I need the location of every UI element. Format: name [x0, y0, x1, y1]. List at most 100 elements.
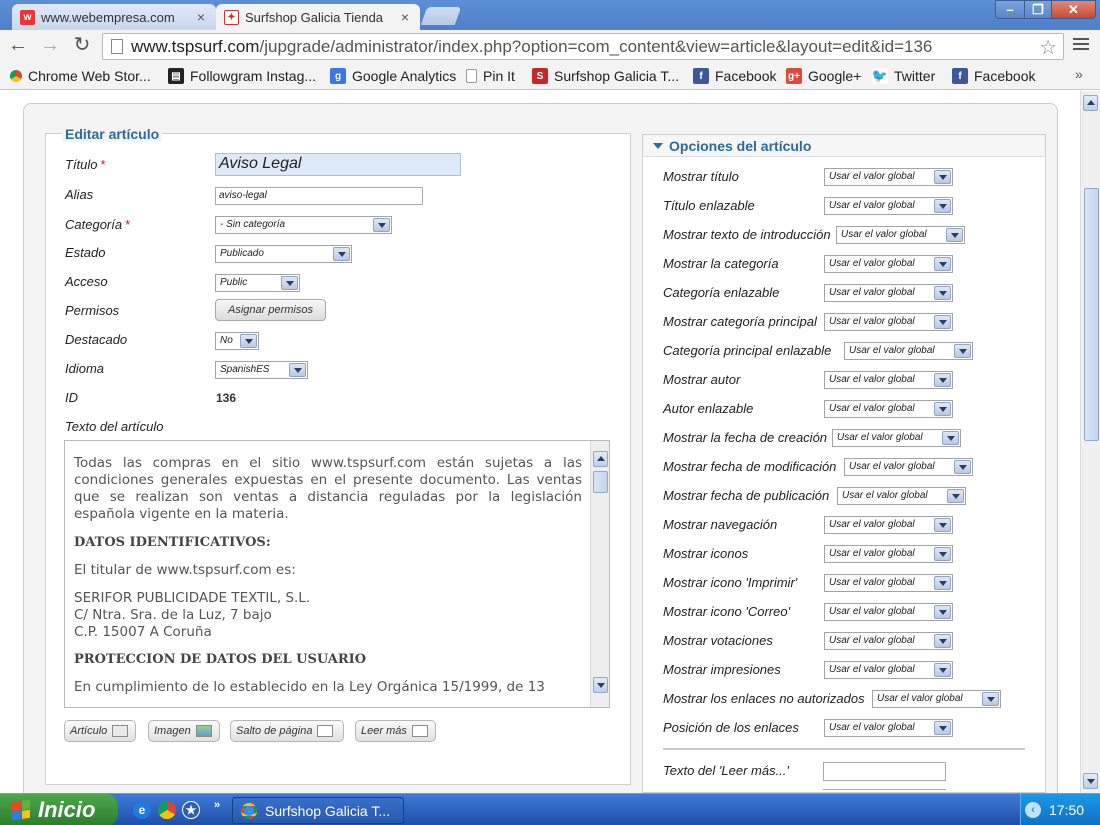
bookmark-star-icon[interactable]: ☆: [1039, 35, 1057, 60]
access-select[interactable]: Public: [215, 274, 300, 292]
option-select[interactable]: Usar el valor global: [844, 342, 973, 360]
minimize-button[interactable]: –: [995, 0, 1025, 19]
bookmark-item[interactable]: g Google Analytics: [330, 67, 456, 85]
tab-webempresa[interactable]: w www.webempresa.com ×: [12, 4, 216, 30]
option-select[interactable]: Usar el valor global: [837, 487, 966, 505]
option-select[interactable]: Usar el valor global: [824, 516, 953, 534]
status-select[interactable]: Publicado: [215, 245, 352, 263]
surfshop-icon: ✦: [224, 9, 239, 25]
option-select[interactable]: Usar el valor global: [824, 284, 953, 302]
page-scroll-thumb[interactable]: [1084, 188, 1099, 441]
close-icon[interactable]: ×: [398, 10, 412, 24]
option-select[interactable]: Usar el valor global: [824, 168, 953, 186]
new-tab-button[interactable]: [420, 7, 462, 25]
option-select[interactable]: Usar el valor global: [824, 632, 953, 650]
status-label: Estado: [65, 245, 106, 260]
start-button[interactable]: Inicio: [0, 794, 118, 825]
address-bar[interactable]: www.tspsurf.com/jupgrade/administrator/i…: [102, 33, 1064, 60]
chevron-down-icon: [934, 170, 951, 184]
option-select[interactable]: Usar el valor global: [824, 719, 953, 737]
bookmark-item[interactable]: Pin It: [466, 67, 515, 85]
title-input[interactable]: Aviso Legal: [215, 153, 461, 176]
featured-label: Destacado: [65, 332, 128, 347]
option-select[interactable]: Usar el valor global: [824, 371, 953, 389]
option-select[interactable]: Usar el valor global: [824, 603, 953, 621]
chevron-down-icon: [982, 692, 999, 706]
option-select[interactable]: Usar el valor global: [844, 458, 973, 476]
scroll-down-icon[interactable]: [593, 677, 608, 693]
scroll-up-icon[interactable]: [593, 451, 608, 467]
scroll-down-icon[interactable]: [1083, 773, 1098, 789]
page-icon: [111, 39, 123, 54]
option-select[interactable]: Usar el valor global: [824, 255, 953, 273]
id-label: ID: [65, 390, 78, 405]
chevron-down-icon: [934, 721, 951, 735]
option-label: Mostrar fecha de publicación: [663, 488, 830, 503]
bookmark-item[interactable]: f Facebook: [952, 67, 1035, 85]
chrome-icon[interactable]: [158, 801, 176, 819]
bookmark-item[interactable]: f Facebook: [693, 67, 776, 85]
language-select[interactable]: SpanishES: [215, 361, 308, 379]
option-select[interactable]: Usar el valor global: [824, 574, 953, 592]
id-value: 136: [216, 391, 237, 405]
facebook-icon: f: [693, 68, 709, 84]
option-label: Mostrar la categoría: [663, 256, 779, 271]
reload-icon[interactable]: ↻: [70, 34, 94, 58]
page-break-button[interactable]: Salto de página: [230, 720, 344, 742]
tray-expand-icon[interactable]: ‹: [1025, 802, 1041, 818]
image-button[interactable]: Imagen: [148, 720, 220, 742]
bookmark-star-icon[interactable]: ★: [182, 801, 200, 819]
options-divider: [663, 748, 1025, 750]
read-more-icon: [411, 725, 428, 737]
bookmark-item[interactable]: Chrome Web Stor...: [10, 67, 151, 85]
option-select[interactable]: Usar el valor global: [872, 690, 1001, 708]
assign-permissions-button[interactable]: Asignar permisos: [215, 299, 326, 321]
option-select[interactable]: Usar el valor global: [824, 197, 953, 215]
readmore-text-input[interactable]: [823, 762, 946, 781]
option-label: Mostrar votaciones: [663, 633, 773, 648]
bookmark-item[interactable]: ▤ Followgram Instag...: [168, 67, 316, 85]
ie-icon[interactable]: e: [133, 801, 151, 819]
article-button[interactable]: Artículo: [64, 720, 136, 742]
alias-input[interactable]: aviso-legal: [215, 187, 423, 205]
tab-surfshop[interactable]: ✦ Surfshop Galicia Tienda ×: [216, 4, 420, 30]
bookmarks-overflow-icon[interactable]: »: [1075, 66, 1083, 82]
taskbar-chrome-window[interactable]: Surfshop Galicia T...: [232, 797, 404, 824]
chevron-down-icon: [934, 286, 951, 300]
taskbar-overflow-icon[interactable]: »: [208, 796, 226, 814]
menu-icon[interactable]: [1073, 36, 1089, 52]
permissions-label: Permisos: [65, 303, 120, 318]
editor-scrollbar[interactable]: [590, 441, 609, 707]
forward-icon[interactable]: →: [38, 34, 62, 58]
scroll-thumb[interactable]: [593, 471, 608, 493]
bookmark-item[interactable]: g+ Google+: [786, 67, 861, 85]
scroll-up-icon[interactable]: [1083, 95, 1098, 111]
featured-select[interactable]: No: [215, 332, 259, 350]
option-select[interactable]: Usar el valor global: [836, 226, 965, 244]
url-text: www.tspsurf.com/jupgrade/administrator/i…: [131, 36, 933, 56]
option-select[interactable]: Usar el valor global: [824, 545, 953, 563]
chevron-down-icon: [954, 344, 971, 358]
window-close-button[interactable]: ✕: [1051, 0, 1096, 19]
editor-content[interactable]: Todas las compras en el sitio www.tspsur…: [74, 455, 582, 707]
page-scrollbar[interactable]: [1080, 91, 1100, 793]
article-editor[interactable]: Todas las compras en el sitio www.tspsur…: [64, 440, 610, 708]
chrome-store-icon: [10, 70, 22, 82]
chevron-down-icon: [934, 402, 951, 416]
article-paragraph: Todas las compras en el sitio www.tspsur…: [74, 455, 582, 522]
maximize-button[interactable]: ❐: [1024, 0, 1052, 19]
option-label: Categoría enlazable: [663, 285, 780, 300]
facebook-icon: f: [952, 68, 968, 84]
option-select[interactable]: Usar el valor global: [824, 313, 953, 331]
close-icon[interactable]: ×: [194, 10, 208, 24]
category-select[interactable]: - Sin categoría: [215, 216, 392, 234]
option-select[interactable]: Usar el valor global: [832, 429, 961, 447]
option-select[interactable]: Usar el valor global: [824, 661, 953, 679]
article-options-header[interactable]: Opciones del artículo: [643, 135, 1045, 157]
bookmark-item[interactable]: S Surfshop Galicia T...: [532, 67, 679, 85]
option-select[interactable]: Usar el valor global: [824, 400, 953, 418]
chevron-down-icon: [942, 431, 959, 445]
read-more-button[interactable]: Leer más: [355, 720, 436, 742]
back-icon[interactable]: ←: [6, 34, 30, 58]
bookmark-item[interactable]: 🐦 Twitter: [872, 67, 935, 85]
